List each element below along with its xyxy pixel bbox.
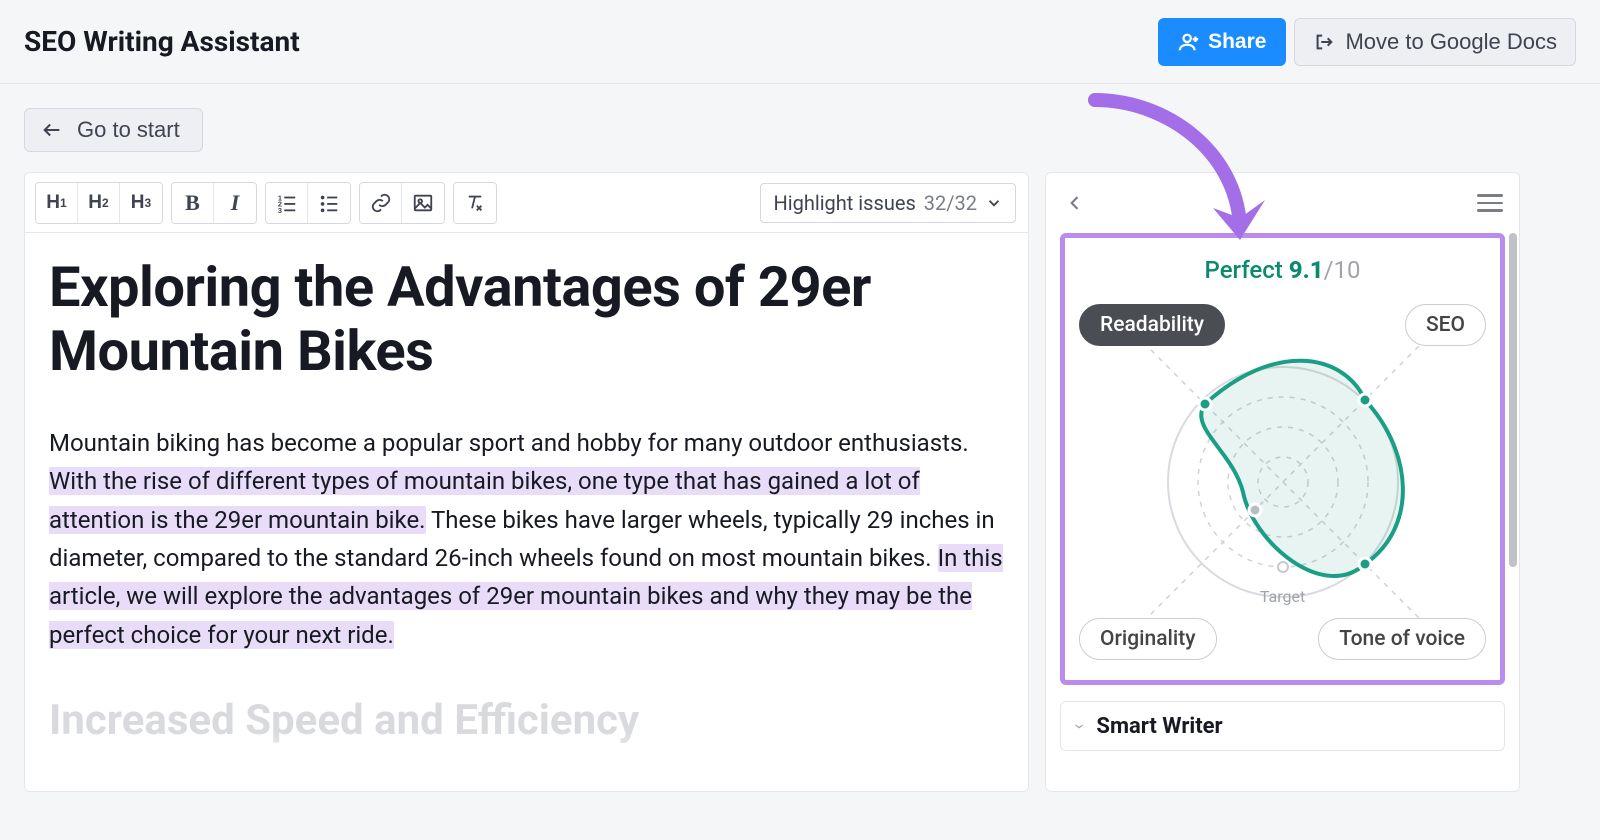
radar-chart: Target Readability SEO Originality Tone … bbox=[1075, 302, 1490, 662]
sidebar-scrollbar[interactable] bbox=[1507, 233, 1517, 789]
analysis-sidebar: Perfect 9.1/10 bbox=[1045, 172, 1520, 792]
smart-writer-label: Smart Writer bbox=[1096, 714, 1222, 739]
highlight-issues-dropdown[interactable]: Highlight issues 32/32 bbox=[760, 183, 1016, 223]
readability-pill[interactable]: Readability bbox=[1079, 304, 1225, 346]
editor-toolbar: H1 H2 H3 B I 123 bbox=[25, 173, 1028, 233]
score-card: Perfect 9.1/10 bbox=[1060, 233, 1505, 685]
target-label: Target bbox=[1260, 587, 1305, 606]
seo-pill[interactable]: SEO bbox=[1405, 304, 1486, 346]
back-label: Go to start bbox=[77, 117, 180, 143]
score-max: /10 bbox=[1324, 256, 1361, 284]
editor-panel: H1 H2 H3 B I 123 bbox=[24, 172, 1029, 792]
image-icon bbox=[412, 192, 434, 214]
ordered-list-icon: 123 bbox=[276, 192, 298, 214]
heading2-button[interactable]: H2 bbox=[78, 183, 120, 223]
document-body[interactable]: Exploring the Advantages of 29er Mountai… bbox=[25, 233, 1028, 745]
heading3-button[interactable]: H3 bbox=[120, 183, 162, 223]
smart-writer-section[interactable]: Smart Writer bbox=[1060, 701, 1505, 751]
bold-button[interactable]: B bbox=[172, 183, 214, 223]
highlight-label: Highlight issues bbox=[773, 191, 915, 215]
scrollbar-thumb[interactable] bbox=[1509, 233, 1517, 567]
originality-pill[interactable]: Originality bbox=[1079, 618, 1217, 660]
paragraph[interactable]: Mountain biking has become a popular spo… bbox=[49, 424, 1004, 654]
go-to-start-button[interactable]: Go to start bbox=[24, 108, 203, 152]
unordered-list-icon bbox=[318, 192, 340, 214]
link-icon bbox=[370, 192, 392, 214]
sidebar-back-button[interactable] bbox=[1058, 186, 1092, 220]
overall-score: Perfect 9.1/10 bbox=[1075, 256, 1490, 284]
ordered-list-button[interactable]: 123 bbox=[266, 183, 308, 223]
highlight-count: 32/32 bbox=[924, 191, 977, 215]
share-label: Share bbox=[1208, 30, 1266, 54]
unordered-list-button[interactable] bbox=[308, 183, 350, 223]
clear-format-button[interactable] bbox=[454, 183, 496, 223]
image-button[interactable] bbox=[402, 183, 444, 223]
chevron-down-icon bbox=[985, 194, 1003, 212]
svg-text:3: 3 bbox=[277, 206, 281, 214]
score-word: Perfect bbox=[1205, 256, 1283, 284]
subheading-faded: Increased Speed and Efficiency bbox=[49, 696, 1004, 745]
score-value: 9.1 bbox=[1289, 256, 1324, 284]
move-label: Move to Google Docs bbox=[1345, 29, 1557, 55]
share-button[interactable]: Share bbox=[1158, 18, 1286, 66]
page-title: SEO Writing Assistant bbox=[24, 25, 300, 58]
clear-format-icon bbox=[464, 192, 486, 214]
text-run: Mountain biking has become a popular spo… bbox=[49, 429, 969, 457]
person-add-icon bbox=[1178, 31, 1200, 53]
fade-overlay bbox=[1060, 751, 1495, 791]
chevron-left-icon bbox=[1065, 193, 1085, 213]
heading1-button[interactable]: H1 bbox=[36, 183, 78, 223]
arrow-left-icon bbox=[41, 119, 63, 141]
move-to-docs-button[interactable]: Move to Google Docs bbox=[1294, 18, 1576, 66]
export-icon bbox=[1313, 31, 1335, 53]
document-title[interactable]: Exploring the Advantages of 29er Mountai… bbox=[49, 255, 1004, 384]
link-button[interactable] bbox=[360, 183, 402, 223]
sidebar-menu-button[interactable] bbox=[1473, 186, 1507, 220]
tone-pill[interactable]: Tone of voice bbox=[1318, 618, 1486, 660]
italic-button[interactable]: I bbox=[214, 183, 256, 223]
